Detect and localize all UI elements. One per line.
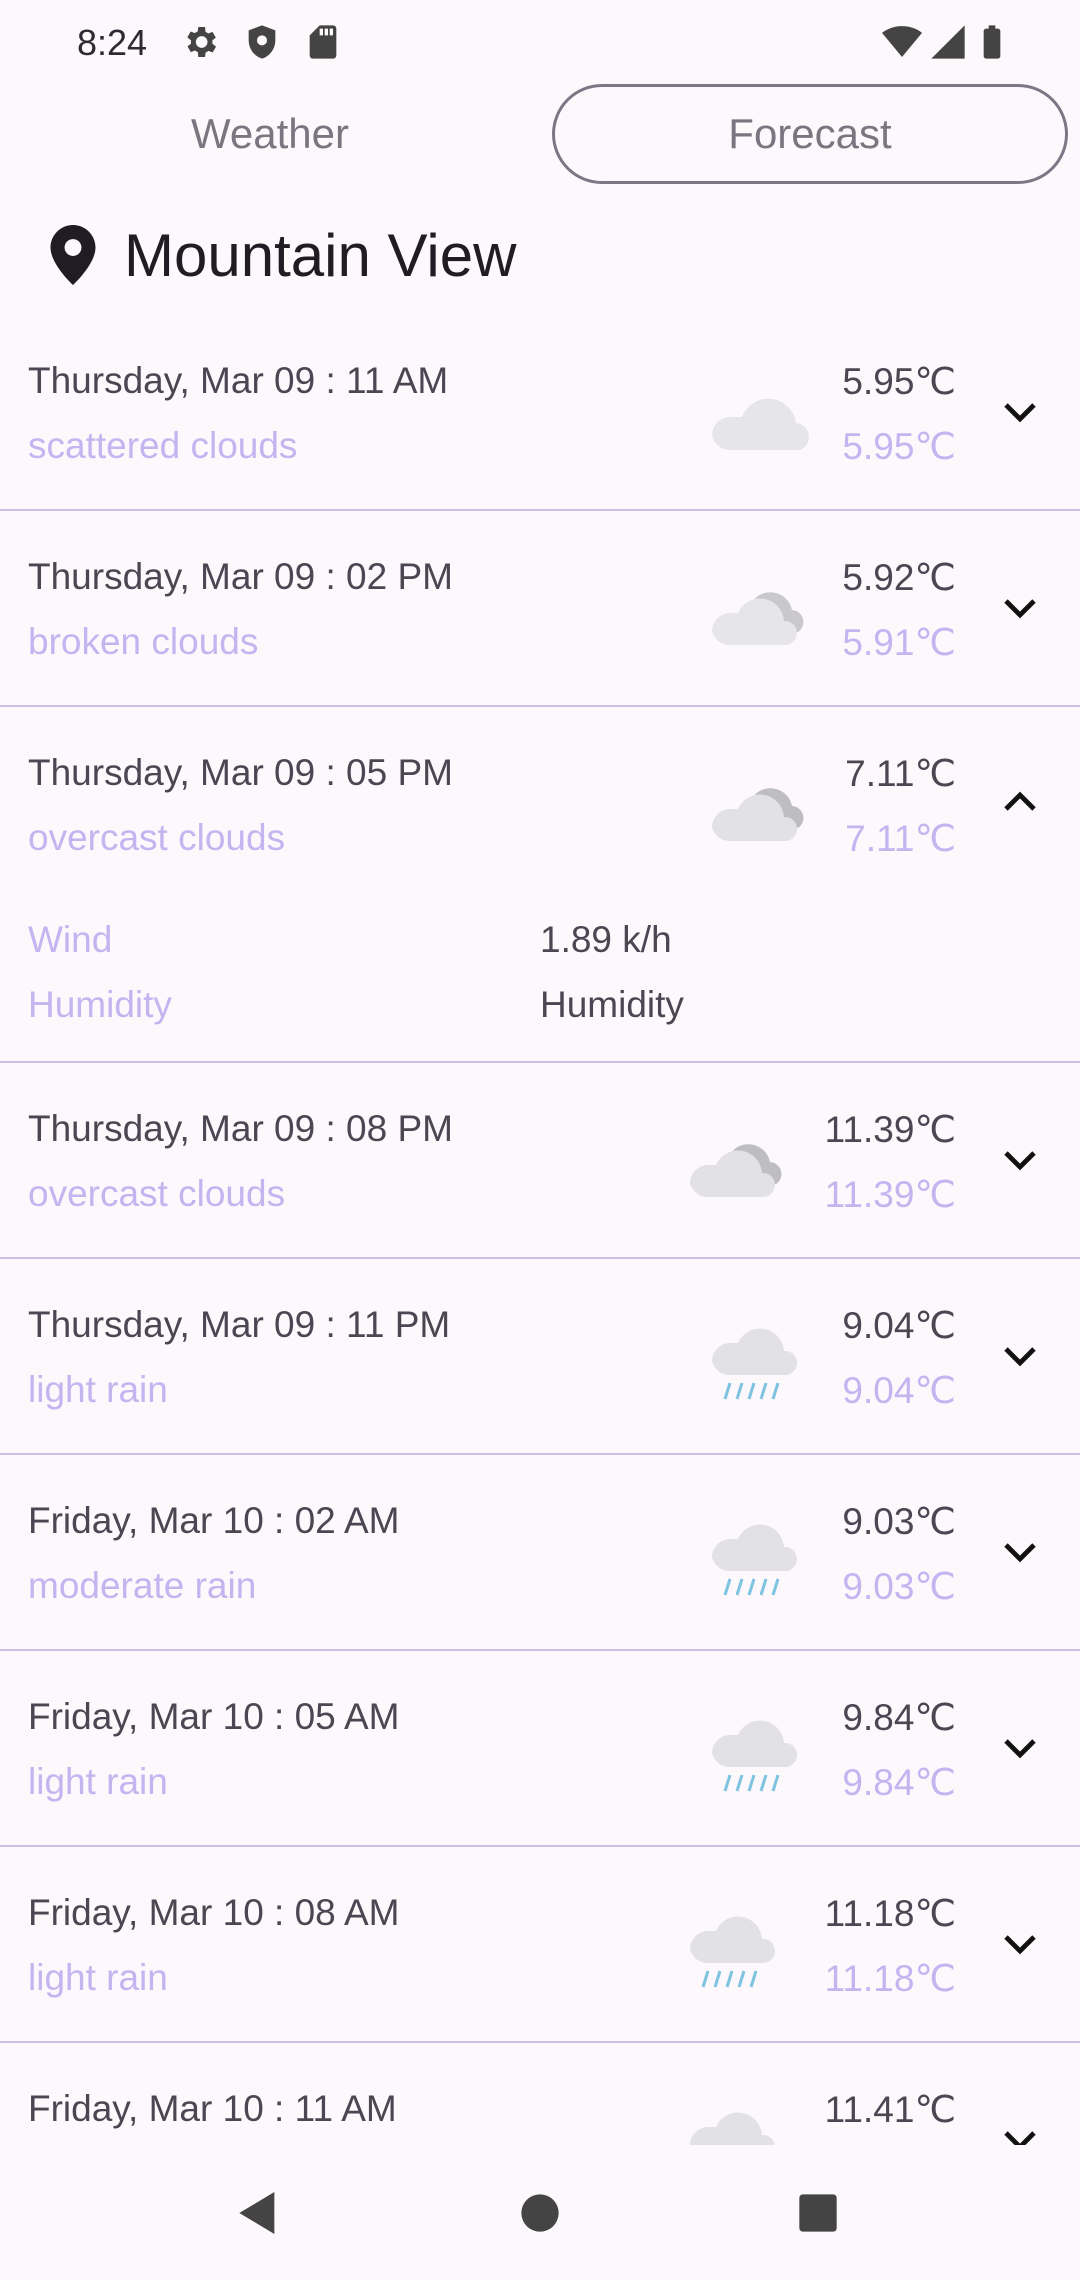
feels-like: 5.91℃ <box>842 622 956 663</box>
rain-icon <box>690 2112 775 2145</box>
feels-like: 9.03℃ <box>842 1566 956 1607</box>
forecast-row[interactable]: Thursday, Mar 09 : 08 PM overcast clouds… <box>0 1063 1080 1259</box>
forecast-description: overcast clouds <box>28 817 286 858</box>
forecast-datetime: Friday, Mar 10 : 11 AM <box>28 2088 397 2129</box>
temperature: 9.04℃ <box>842 1305 956 1346</box>
signal-icon <box>931 25 965 59</box>
scattered-clouds-icon <box>712 398 809 451</box>
wind-value: 1.89 k/h <box>540 919 672 960</box>
chevron-down-icon[interactable] <box>996 1331 1044 1379</box>
temperature: 7.11℃ <box>845 753 956 794</box>
forecast-row[interactable]: Thursday, Mar 09 : 11 PM light rain 9.04… <box>0 1259 1080 1455</box>
forecast-datetime: Friday, Mar 10 : 08 AM <box>28 1892 400 1933</box>
forecast-datetime: Friday, Mar 10 : 02 AM <box>28 1500 400 1541</box>
chevron-down-icon[interactable] <box>996 1135 1044 1183</box>
forecast-description: broken clouds <box>28 621 259 662</box>
rain-icon <box>712 1328 798 1400</box>
forecast-datetime: Thursday, Mar 09 : 02 PM <box>28 556 453 597</box>
feels-like: 9.04℃ <box>842 1370 956 1411</box>
humidity-label: Humidity <box>28 984 172 1025</box>
location-pin-icon <box>50 225 96 285</box>
chevron-up-icon[interactable] <box>996 779 1044 827</box>
feels-like: 5.95℃ <box>842 426 956 467</box>
forecast-description: light rain <box>28 1957 168 1998</box>
forecast-description: light rain <box>28 1369 168 1410</box>
status-bar: 8:24 <box>0 0 1080 84</box>
wind-label: Wind <box>28 919 113 960</box>
temperature: 11.41℃ <box>824 2089 956 2130</box>
forecast-row[interactable]: Thursday, Mar 09 : 11 AM scattered cloud… <box>0 315 1080 511</box>
home-icon[interactable] <box>512 2185 568 2241</box>
forecast-row[interactable]: Friday, Mar 10 : 08 AM light rain 11.18℃… <box>0 1847 1080 2043</box>
temperature: 11.18℃ <box>824 1893 956 1934</box>
forecast-list[interactable]: Thursday, Mar 09 : 11 AM scattered cloud… <box>0 315 1080 2145</box>
forecast-datetime: Thursday, Mar 09 : 11 AM <box>28 360 449 401</box>
wifi-icon <box>882 26 922 57</box>
shield-icon <box>248 25 276 59</box>
chevron-down-icon[interactable] <box>996 1723 1044 1771</box>
overcast-clouds-icon <box>712 788 804 842</box>
recents-icon[interactable] <box>790 2185 846 2241</box>
forecast-description: scattered clouds <box>28 425 298 466</box>
feels-like: 9.84℃ <box>842 1762 956 1803</box>
forecast-datetime: Thursday, Mar 09 : 08 PM <box>28 1108 453 1149</box>
rain-icon <box>690 1916 776 1988</box>
location-header: Mountain View <box>50 220 516 290</box>
feels-like: 11.39℃ <box>824 1174 956 1215</box>
forecast-row[interactable]: Thursday, Mar 09 : 02 PM broken clouds 5… <box>0 511 1080 707</box>
battery-icon <box>983 25 1001 59</box>
navigation-bar <box>0 2145 1080 2280</box>
forecast-description: moderate rain <box>28 1565 257 1606</box>
feels-like: 7.11℃ <box>845 818 956 859</box>
sd-card-icon <box>309 25 337 59</box>
forecast-datetime: Thursday, Mar 09 : 11 PM <box>28 1304 451 1345</box>
chevron-down-icon[interactable] <box>996 1919 1044 1967</box>
location-name: Mountain View <box>124 221 517 289</box>
humidity-value: Humidity <box>540 984 684 1025</box>
temperature: 9.84℃ <box>842 1697 956 1738</box>
settings-icon <box>187 27 216 57</box>
forecast-description: light rain <box>28 1761 168 1802</box>
temperature: 11.39℃ <box>824 1109 956 1150</box>
forecast-row[interactable]: Friday, Mar 10 : 02 AM moderate rain 9.0… <box>0 1455 1080 1651</box>
temperature: 5.95℃ <box>842 361 956 402</box>
forecast-row-expanded[interactable]: Thursday, Mar 09 : 05 PM overcast clouds… <box>0 707 1080 1063</box>
forecast-datetime: Friday, Mar 10 : 05 AM <box>28 1696 400 1737</box>
feels-like: 11.18℃ <box>824 1958 956 1999</box>
tab-weather[interactable]: Weather <box>20 84 520 184</box>
temperature: 9.03℃ <box>842 1501 956 1542</box>
overcast-clouds-icon <box>690 1144 782 1198</box>
temperature: 5.92℃ <box>842 557 956 598</box>
back-icon[interactable] <box>230 2185 286 2241</box>
chevron-down-icon[interactable] <box>996 583 1044 631</box>
status-time: 8:24 <box>77 22 148 63</box>
broken-clouds-icon <box>712 592 804 646</box>
chevron-down-icon[interactable] <box>996 2115 1044 2145</box>
rain-icon <box>712 1524 798 1596</box>
chevron-down-icon[interactable] <box>996 387 1044 435</box>
forecast-row[interactable]: Friday, Mar 10 : 05 AM light rain 9.84℃ … <box>0 1651 1080 1847</box>
chevron-down-icon[interactable] <box>996 1527 1044 1575</box>
forecast-datetime: Thursday, Mar 09 : 05 PM <box>28 752 453 793</box>
forecast-row[interactable]: Friday, Mar 10 : 11 AM 11.41℃ <box>0 2043 1080 2145</box>
tab-forecast[interactable]: Forecast <box>552 84 1068 184</box>
rain-icon <box>712 1720 798 1792</box>
forecast-description: overcast clouds <box>28 1173 286 1214</box>
